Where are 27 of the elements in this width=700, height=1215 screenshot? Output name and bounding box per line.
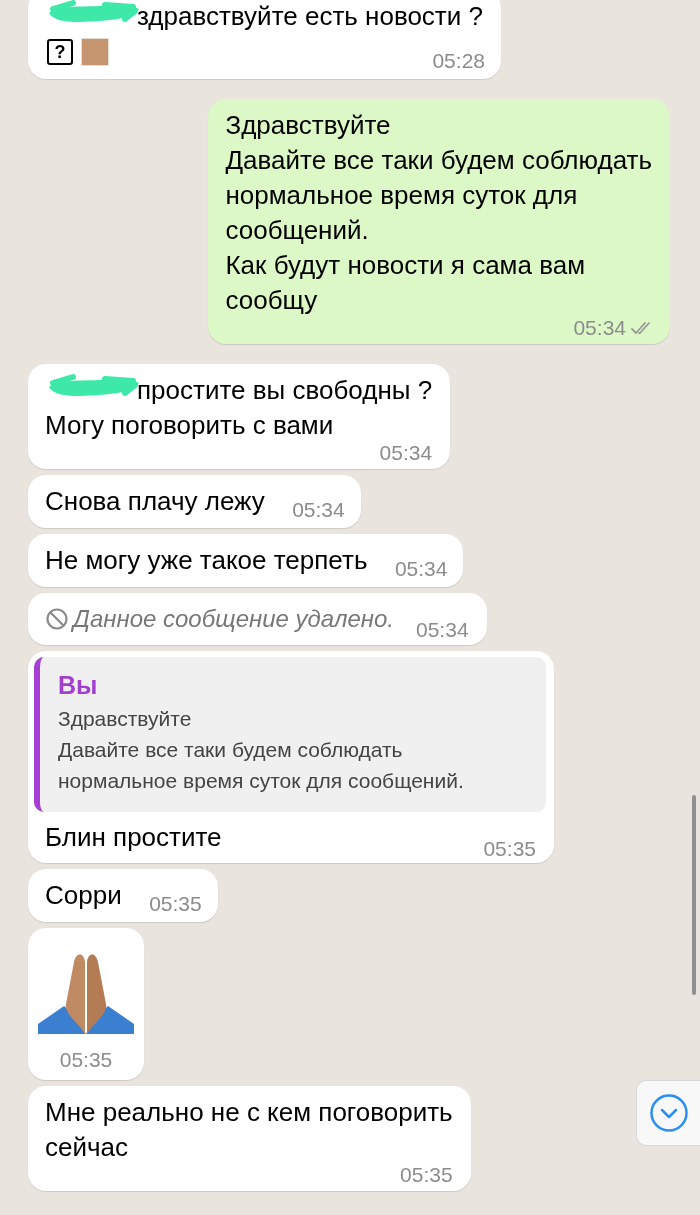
message-time: 05:34 — [394, 557, 448, 581]
blocked-icon — [45, 607, 69, 631]
message-text: Здравствуйте Давайте все таки будем соблюдать нормальное время суток для сообщений. Как будут новости я сама вам сообщу — [225, 110, 652, 315]
message-time: 05:35 — [483, 837, 536, 861]
quoted-message[interactable]: Вы Здравствуйте Давайте все таки будем соблюдать нормальное время суток для сообщений. — [34, 657, 546, 812]
deleted-message-text: Данное сообщение удалено. — [73, 604, 394, 634]
message-time: 05:34 — [379, 441, 433, 465]
message-text: Снова плачу лежу — [45, 486, 265, 516]
tone-swatch-icon — [81, 38, 109, 66]
message-text: Мне реально не с кем поговорить сейчас — [45, 1097, 453, 1162]
message-text: Блин простите — [45, 821, 222, 854]
message-time: 05:34 — [292, 498, 345, 522]
quote-author: Вы — [58, 670, 99, 701]
message-time: 05:28 — [432, 49, 485, 73]
message-text: Не могу уже такое терпеть — [45, 545, 368, 575]
quote-text: Здравствуйте Давайте все таки будем соблюдать нормальное время суток для сообщений. — [58, 706, 465, 794]
message-text: здравствуйте есть новости ? — [137, 1, 483, 31]
chevron-down-icon — [648, 1093, 689, 1133]
message-time: 05:34 — [416, 618, 469, 642]
message-text: Сорри — [45, 880, 122, 910]
message-time: 05:34 — [573, 316, 626, 340]
message-time: 05:35 — [59, 1048, 113, 1072]
message-time: 05:35 — [400, 1163, 453, 1187]
missing-glyph-icon: ? — [47, 39, 73, 65]
message-time: 05:35 — [149, 892, 202, 916]
message-text: простите вы свободны ? Могу поговорить с вами — [45, 375, 433, 440]
scroll-down-button[interactable] — [636, 1080, 700, 1146]
